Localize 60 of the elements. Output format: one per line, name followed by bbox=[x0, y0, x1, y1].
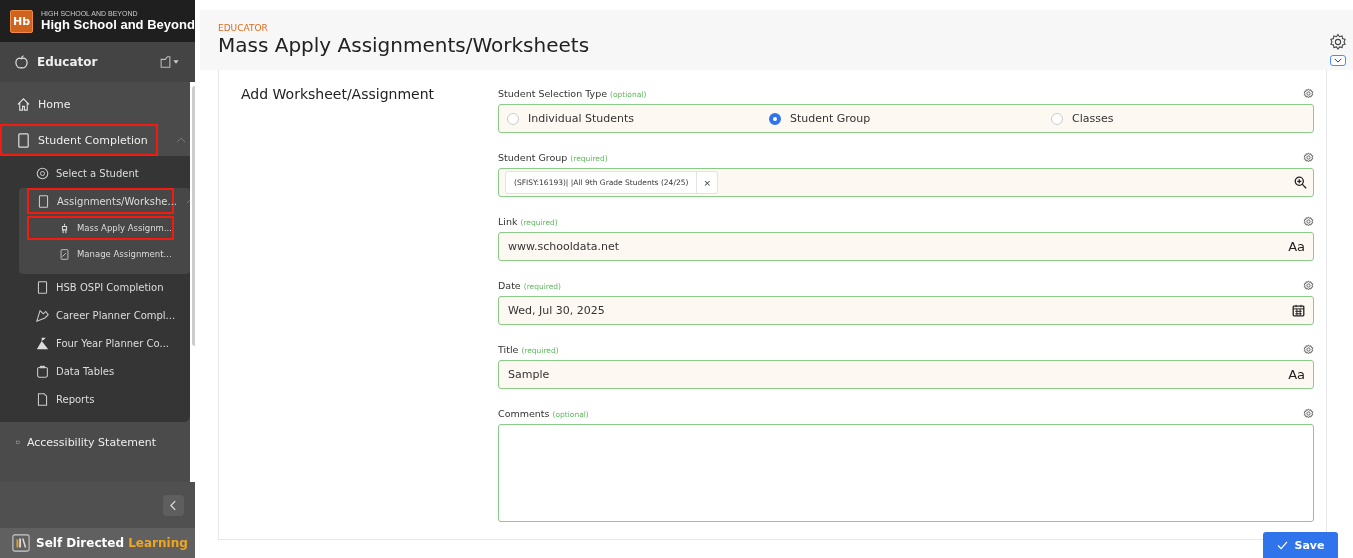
edit-icon bbox=[59, 248, 70, 260]
user-switch-icon[interactable] bbox=[157, 55, 181, 69]
chevron-icon bbox=[176, 137, 186, 143]
report-icon bbox=[36, 392, 49, 406]
text-type-icon: Aa bbox=[1288, 367, 1305, 382]
settings-icon[interactable] bbox=[1303, 279, 1314, 291]
settings-icon[interactable] bbox=[1303, 343, 1314, 355]
save-button[interactable]: Save bbox=[1263, 532, 1338, 558]
settings-icon[interactable] bbox=[1303, 407, 1314, 419]
home-icon bbox=[16, 96, 31, 112]
doc-icon bbox=[36, 280, 49, 294]
nav-item[interactable]: HSB OSPI Completion bbox=[0, 274, 190, 300]
search-icon bbox=[36, 166, 49, 180]
nav-item[interactable]: Mass Apply Assignm... bbox=[27, 216, 174, 240]
nav-item[interactable]: Home bbox=[0, 88, 158, 120]
flag-icon bbox=[36, 308, 49, 322]
nav-item[interactable]: Manage Assignment... bbox=[27, 242, 174, 266]
page-title: Mass Apply Assignments/Worksheets bbox=[218, 32, 591, 57]
collapse-button[interactable] bbox=[163, 494, 184, 516]
date-field[interactable]: Wed, Jul 30, 2025 bbox=[498, 296, 1314, 325]
doc-icon bbox=[16, 132, 31, 148]
radio-label: Individual Students bbox=[528, 112, 635, 125]
nav-item[interactable]: Select a Student bbox=[0, 160, 190, 186]
comments-field[interactable] bbox=[498, 424, 1314, 522]
mountain-icon bbox=[36, 336, 49, 350]
doc-icon bbox=[37, 194, 50, 208]
apple-icon bbox=[14, 54, 29, 70]
text-field[interactable]: Sample Aa bbox=[498, 360, 1314, 389]
settings-icon[interactable] bbox=[1303, 215, 1314, 227]
radio-label: Student Group bbox=[790, 112, 871, 125]
text-type-icon: Aa bbox=[1288, 239, 1305, 254]
radio-button[interactable] bbox=[1051, 112, 1063, 125]
nav-item[interactable]: Career Planner Compl... bbox=[0, 302, 190, 328]
nav-item[interactable]: Accessibility Statement bbox=[0, 426, 158, 458]
section-title: Add Worksheet/Assignment bbox=[241, 86, 436, 102]
nav-item[interactable]: Four Year Planner Co... bbox=[0, 330, 190, 356]
radio-label: Classes bbox=[1072, 112, 1114, 125]
nav-item[interactable]: Reports bbox=[0, 386, 190, 412]
chevron-left-icon bbox=[170, 499, 177, 511]
dropdown-button[interactable] bbox=[1330, 55, 1346, 67]
nav-item[interactable]: Data Tables bbox=[0, 358, 190, 384]
zoom-in-icon[interactable] bbox=[1294, 176, 1307, 189]
figure-icon bbox=[59, 222, 70, 234]
logo: Hb bbox=[10, 9, 33, 33]
chevron-down-icon bbox=[1334, 58, 1342, 64]
clipboard-icon bbox=[36, 364, 49, 378]
calendar-icon[interactable] bbox=[1292, 304, 1305, 317]
remove-tag-button[interactable]: × bbox=[696, 172, 717, 193]
books-icon bbox=[12, 534, 30, 552]
check-icon bbox=[1276, 540, 1288, 550]
settings-icon[interactable] bbox=[1329, 33, 1347, 52]
text-field[interactable]: www.schooldata.net Aa bbox=[498, 232, 1314, 261]
settings-icon[interactable] bbox=[1303, 87, 1314, 99]
radio-button[interactable] bbox=[769, 112, 781, 125]
footer-brand: Self Directed Learning bbox=[36, 536, 188, 550]
role-label: Educator bbox=[37, 55, 99, 69]
page-eyebrow: EDUCATOR bbox=[218, 22, 269, 33]
radio-button[interactable] bbox=[507, 112, 519, 125]
brand-name: High School and Beyond bbox=[41, 17, 195, 32]
settings-icon[interactable] bbox=[1303, 151, 1314, 163]
